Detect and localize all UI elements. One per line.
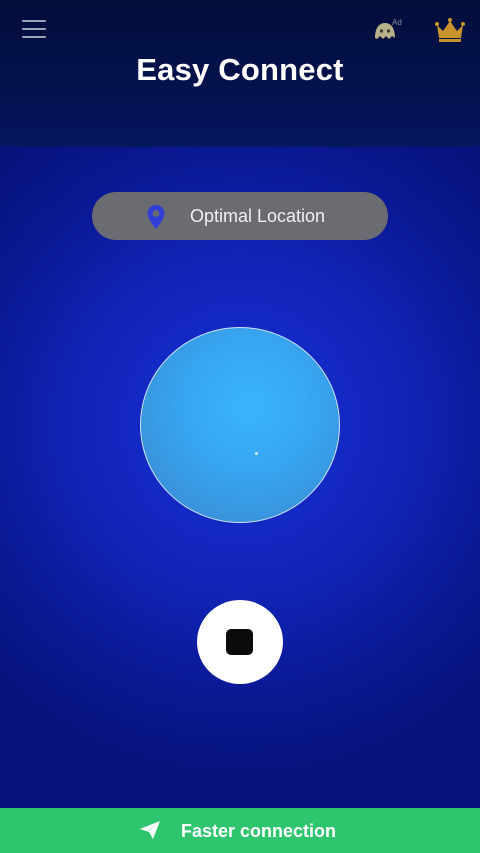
menu-bar [22,28,46,30]
globe-button[interactable] [140,327,340,523]
paper-plane-icon [140,821,160,839]
globe-dot [255,452,258,455]
location-pin-icon [147,205,165,229]
crown-icon [435,18,465,42]
hamburger-menu-icon[interactable] [20,18,48,40]
menu-bar [22,36,46,38]
ad-badge: Ad [392,18,402,27]
app-header: Ad Easy Connect [0,0,480,147]
faster-connection-button[interactable]: Faster connection [0,808,480,853]
stop-icon [226,629,253,655]
app-title: Easy Connect [136,52,344,87]
stop-button[interactable] [197,600,283,684]
main-area: Optimal Location [0,147,480,808]
location-selector[interactable]: Optimal Location [92,192,388,240]
premium-button[interactable] [434,16,466,44]
faster-connection-label: Faster connection [181,821,337,841]
location-label: Optimal Location [190,206,326,226]
menu-bar [22,20,46,22]
